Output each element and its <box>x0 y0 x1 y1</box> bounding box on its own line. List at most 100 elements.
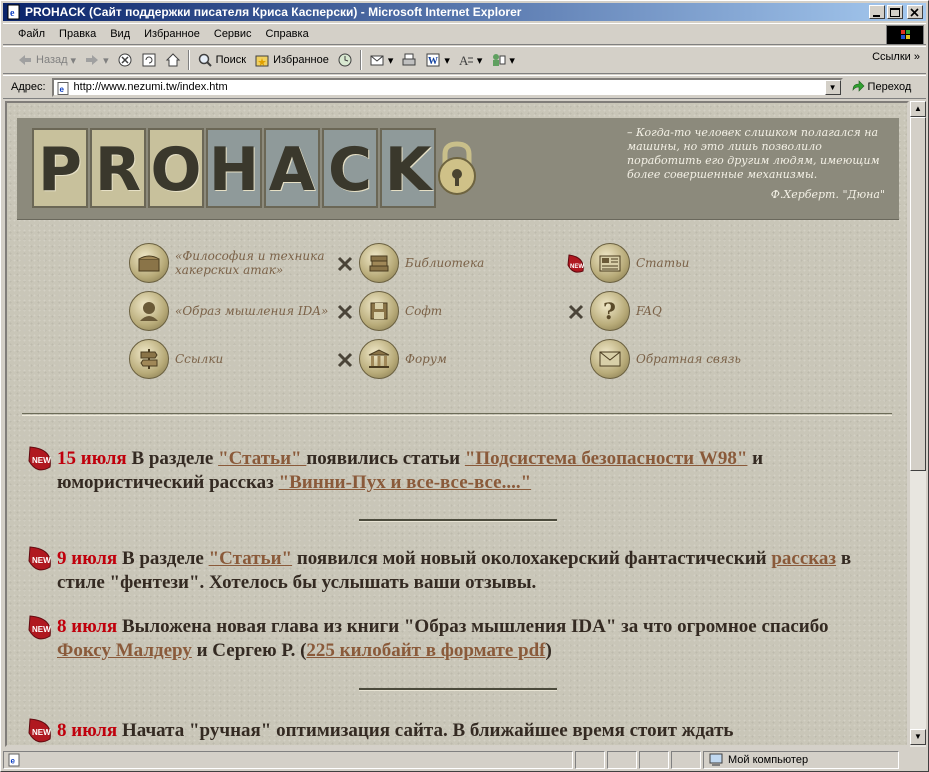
news-item: 15 июля В разделе "Статьи" появились ста… <box>57 447 867 495</box>
status-cell <box>639 751 669 769</box>
news-date: 15 июля <box>57 448 127 469</box>
nav-philosophy[interactable]: «Философия и техника хакерских атак» <box>129 243 325 283</box>
toolbar-separator <box>187 50 190 70</box>
links-button[interactable]: Ссылки » <box>872 51 920 63</box>
messenger-button[interactable]: ▾ <box>486 49 519 71</box>
edit-button[interactable]: W ▾ <box>421 49 454 71</box>
close-button[interactable] <box>907 5 923 19</box>
windows-logo <box>886 25 924 45</box>
tools-icon <box>337 304 353 320</box>
menu-favorites[interactable]: Избранное <box>137 28 207 40</box>
search-button[interactable]: Поиск <box>193 49 250 71</box>
signpost-icon <box>129 339 169 379</box>
scroll-down-icon: ▼ <box>914 732 922 741</box>
nav-library-label: Библиотека <box>405 256 485 270</box>
news-divider <box>359 519 557 522</box>
maximize-button[interactable] <box>887 5 903 19</box>
menu-view[interactable]: Вид <box>103 28 137 40</box>
question-icon: ? <box>590 291 630 331</box>
articles-link[interactable]: "Статьи" <box>218 448 306 469</box>
menu-edit[interactable]: Правка <box>52 28 103 40</box>
news-item: 8 июля Выложена новая глава из книги "Об… <box>57 615 867 663</box>
nav-soft[interactable]: Софт <box>359 291 442 331</box>
messenger-dropdown-icon: ▾ <box>509 54 515 67</box>
back-label: Назад <box>36 54 68 66</box>
winnie-pooh-link[interactable]: "Винни-Пух и все-все-все...." <box>279 472 532 493</box>
mail-button[interactable]: ▾ <box>365 49 398 71</box>
books-icon <box>359 243 399 283</box>
ie-window: e PROHACK (Сайт поддержки писателя Криса… <box>0 0 929 772</box>
vertical-scrollbar[interactable]: ▲ ▼ <box>909 101 926 747</box>
address-input[interactable]: e http://www.nezumi.tw/index.htm ▼ <box>51 77 843 97</box>
svg-text:e: e <box>10 8 15 19</box>
nav-philosophy-label: «Философия и техника хакерских атак» <box>175 249 325 277</box>
back-dropdown-icon: ▾ <box>70 54 77 67</box>
forward-arrow-icon <box>86 55 99 65</box>
messenger-icon <box>493 54 506 66</box>
search-label: Поиск <box>215 54 247 66</box>
news-text: Выложена новая глава из книги "Образ мыш… <box>117 616 829 637</box>
page-content: P R O H A C K – Когда-то человек слишком… <box>5 101 909 747</box>
home-button[interactable] <box>161 49 185 71</box>
menu-help[interactable]: Справка <box>259 28 316 40</box>
encoding-button[interactable]: A ▾ <box>454 49 487 71</box>
go-label: Переход <box>867 81 912 93</box>
address-label: Адрес: <box>11 81 46 93</box>
address-url: http://www.nezumi.tw/index.htm <box>73 81 228 93</box>
status-cell <box>671 751 701 769</box>
story-link[interactable]: рассказ <box>771 548 836 569</box>
minimize-button[interactable] <box>869 5 885 19</box>
logo-letter: O <box>148 128 204 208</box>
svg-text:e: e <box>11 757 16 766</box>
articles-link[interactable]: "Статьи" <box>209 548 292 569</box>
new-badge-icon: NEW <box>567 254 584 273</box>
floppy-icon <box>359 291 399 331</box>
tools-icon <box>337 352 353 368</box>
quote-author: Ф.Херберт. "Дюна" <box>770 188 885 201</box>
nav-links[interactable]: Ссылки <box>129 339 223 379</box>
nav-feedback[interactable]: Обратная связь <box>590 339 741 379</box>
scroll-thumb[interactable] <box>910 117 926 471</box>
logo-letter: A <box>264 128 320 208</box>
svg-text:W: W <box>428 56 438 67</box>
page-done-icon: e <box>8 753 20 767</box>
windows-flag-icon <box>901 30 910 39</box>
menu-tools[interactable]: Сервис <box>207 28 259 40</box>
forward-button[interactable]: ▾ <box>80 49 113 71</box>
nav-faq[interactable]: ? FAQ <box>590 291 662 331</box>
nav-ida-label: «Образ мышления IDA» <box>175 304 329 318</box>
news-text: Начата "ручная" оптимизация сайта. В бли… <box>117 720 734 741</box>
history-button[interactable] <box>333 49 357 71</box>
go-arrow-icon <box>852 80 864 92</box>
word-edit-icon: W <box>426 53 440 67</box>
w98-security-link[interactable]: "Подсистема безопасности W98" <box>465 448 748 469</box>
tools-icon <box>337 256 353 272</box>
nav-forum[interactable]: Форум <box>359 339 447 379</box>
home-icon <box>165 53 180 67</box>
favorites-folder-icon <box>255 55 269 67</box>
nav-ida[interactable]: «Образ мышления IDA» <box>129 291 328 331</box>
forward-dropdown-icon: ▾ <box>103 54 109 67</box>
favorites-button[interactable]: Избранное <box>250 49 333 71</box>
tools-icon <box>568 304 584 320</box>
nav-library[interactable]: Библиотека <box>359 243 484 283</box>
go-button[interactable]: Переход <box>851 80 912 94</box>
fox-mulder-link[interactable]: Фоксу Малдеру <box>57 640 192 661</box>
svg-text:e: e <box>59 85 64 94</box>
prohack-logo[interactable]: P R O H A C K <box>32 128 436 208</box>
address-dropdown-button[interactable]: ▼ <box>824 79 841 95</box>
newspaper-icon <box>590 243 630 283</box>
print-button[interactable] <box>397 49 421 71</box>
back-button[interactable]: Назад ▾ <box>13 49 80 71</box>
nav-articles[interactable]: Статьи <box>590 243 689 283</box>
scroll-down-button[interactable]: ▼ <box>910 729 926 745</box>
minimize-icon <box>873 15 880 17</box>
mail-icon <box>370 55 384 66</box>
menu-file[interactable]: Файл <box>11 28 52 40</box>
refresh-button[interactable] <box>137 49 161 71</box>
encoding-dropdown-icon: ▾ <box>476 54 483 67</box>
scroll-up-button[interactable]: ▲ <box>910 101 926 117</box>
stop-button[interactable] <box>113 49 137 71</box>
banner-quote: – Когда-то человек слишком полагался на … <box>627 126 880 181</box>
pdf-download-link[interactable]: 225 килобайт в формате pdf <box>306 640 545 661</box>
